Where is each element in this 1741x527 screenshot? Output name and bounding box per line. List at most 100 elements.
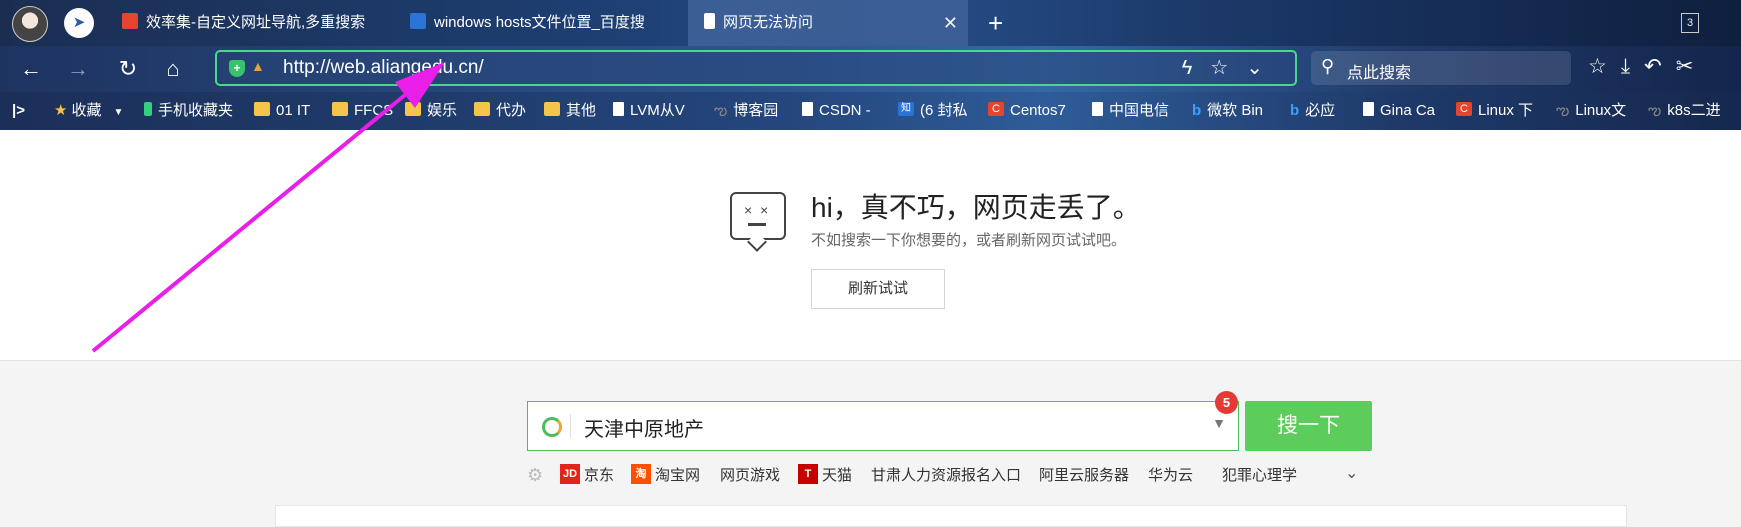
- star-icon[interactable]: ☆: [1210, 57, 1246, 79]
- settings-gear-icon[interactable]: ⚙: [527, 465, 543, 486]
- csdn-icon: C: [1456, 102, 1472, 117]
- bookmark-item[interactable]: Gina Ca: [1363, 92, 1435, 130]
- quick-link[interactable]: 阿里云服务器: [1039, 463, 1129, 489]
- bookmark-item[interactable]: ఌ Linux文: [1556, 92, 1626, 130]
- content-card: [275, 505, 1627, 527]
- tmall-icon: T: [798, 464, 818, 485]
- taobao-icon: 淘: [631, 464, 651, 485]
- address-bar[interactable]: + ▲ http://web.aliangedu.cn/ ϟ☆⌄: [215, 50, 1297, 86]
- scissors-icon[interactable]: ✂: [1676, 55, 1708, 78]
- notification-badge: 5: [1215, 391, 1238, 414]
- tab-favicon-icon: [704, 13, 715, 30]
- new-tab-button[interactable]: +: [988, 8, 1003, 38]
- bookmark-item[interactable]: 手机收藏夹: [144, 92, 233, 130]
- jd-icon: JD: [560, 464, 580, 485]
- cnblogs-icon: ఌ: [714, 102, 728, 119]
- zhihu-icon: 知: [898, 102, 914, 117]
- folder-icon: [405, 102, 421, 117]
- tab-item[interactable]: 效率集-自定义网址导航,多重搜索: [122, 0, 384, 46]
- search-icon: ⚲: [1321, 56, 1335, 76]
- search-placeholder: 点此搜索: [1347, 65, 1412, 82]
- back-button[interactable]: ←: [16, 54, 46, 84]
- tab-count-badge[interactable]: 3: [1681, 13, 1699, 33]
- tab-title: windows hosts文件位置_百度搜: [434, 14, 645, 31]
- tab-title: 效率集-自定义网址导航,多重搜索: [146, 14, 366, 31]
- dropdown-arrow-icon[interactable]: ▼: [1212, 415, 1226, 431]
- star-icon: ★: [54, 102, 68, 119]
- reload-button[interactable]: ↻: [113, 54, 143, 84]
- bookmark-item[interactable]: b 必应: [1290, 92, 1335, 130]
- close-tab-icon[interactable]: ✕: [943, 0, 958, 46]
- bookmark-item[interactable]: C Centos7: [988, 92, 1066, 130]
- bing-icon: b: [1290, 102, 1300, 119]
- tab-item[interactable]: windows hosts文件位置_百度搜: [410, 0, 662, 46]
- favorites-list-icon[interactable]: ☆: [1588, 55, 1621, 78]
- url-text[interactable]: http://web.aliangedu.cn/: [283, 57, 484, 79]
- error-title: hi，真不巧，网页走丢了。: [811, 192, 1141, 223]
- home-search-text[interactable]: 天津中原地产: [584, 413, 704, 442]
- bing-icon: b: [1192, 102, 1202, 119]
- tab-favicon-icon: [410, 13, 426, 30]
- bookmark-folder[interactable]: 01 IT: [254, 92, 310, 130]
- bookmarks-bar: |> ★ 收藏 ▼ 手机收藏夹 01 IT FFCS 娱乐 代办 其他 LVM从V …: [0, 92, 1741, 130]
- bookmark-item[interactable]: C Linux 下: [1456, 92, 1533, 130]
- quick-link[interactable]: 犯罪心理学: [1222, 463, 1297, 489]
- download-icon[interactable]: ⤓: [1621, 55, 1644, 78]
- quick-link[interactable]: 甘肃人力资源报名入口: [871, 463, 1021, 489]
- cnblogs-icon: ఌ: [1648, 102, 1662, 119]
- bookmark-folder[interactable]: 其他: [544, 92, 596, 130]
- send-icon[interactable]: ➤: [64, 8, 94, 38]
- tab-title: 网页无法访问: [723, 14, 814, 31]
- bookmark-item[interactable]: 中国电信: [1092, 92, 1169, 130]
- right-toolbar: ☆⤓↶✂: [1588, 54, 1707, 79]
- user-avatar[interactable]: [12, 6, 48, 42]
- quick-link[interactable]: 淘淘宝网: [631, 463, 700, 489]
- phone-icon: [144, 102, 152, 117]
- bookmark-item[interactable]: b 微软 Bin: [1192, 92, 1263, 130]
- error-subtitle: 不如搜索一下你想要的，或者刷新网页试试吧。: [811, 232, 1127, 249]
- page-icon: [802, 102, 813, 117]
- bookmark-item[interactable]: ఌ k8s二进: [1648, 92, 1721, 130]
- bookmark-folder[interactable]: FFCS: [332, 92, 393, 130]
- search-submit-button[interactable]: 搜一下: [1245, 401, 1372, 451]
- security-shield-icon[interactable]: +: [229, 60, 245, 77]
- lightning-icon[interactable]: ϟ: [1182, 57, 1211, 79]
- error-panel: ×× hi，真不巧，网页走丢了。 不如搜索一下你想要的，或者刷新网页试试吧。 刷…: [0, 130, 1741, 361]
- bookmark-item[interactable]: 知 (6 封私: [898, 92, 968, 130]
- home-search-input[interactable]: 天津中原地产 ▼: [527, 401, 1239, 451]
- tab-favicon-icon: [122, 13, 138, 30]
- chevron-down-icon[interactable]: ⌄: [1345, 463, 1358, 483]
- page-icon: [1092, 102, 1103, 117]
- warning-icon: ▲: [251, 58, 265, 74]
- bookmark-item[interactable]: ఌ 博客园: [714, 92, 778, 130]
- forward-button[interactable]: →: [63, 54, 93, 84]
- navigation-toolbar: ← → ↻ ⌂ + ▲ http://web.aliangedu.cn/ ϟ☆⌄…: [0, 46, 1741, 92]
- chevron-down-icon[interactable]: ⌄: [1246, 57, 1281, 79]
- quick-link[interactable]: JD 京东: [560, 463, 614, 489]
- folder-icon: [544, 102, 560, 117]
- address-actions: ϟ☆⌄: [1182, 55, 1281, 80]
- quick-link[interactable]: 华为云: [1148, 463, 1193, 489]
- search-engine-logo-icon[interactable]: [542, 417, 562, 437]
- bookmarks-sidebar-toggle-icon[interactable]: |>: [12, 92, 25, 130]
- bookmark-item[interactable]: ★ 收藏 ▼: [54, 92, 123, 130]
- quick-link[interactable]: 网页游戏: [720, 463, 780, 489]
- undo-icon[interactable]: ↶: [1644, 55, 1676, 78]
- bookmark-item[interactable]: CSDN -: [802, 92, 871, 130]
- refresh-button[interactable]: 刷新试试: [811, 269, 945, 309]
- bookmark-folder[interactable]: 娱乐: [405, 92, 457, 130]
- search-box[interactable]: ⚲ 点此搜索: [1311, 51, 1571, 85]
- caret-down-icon[interactable]: ▼: [113, 107, 123, 118]
- folder-icon: [332, 102, 348, 117]
- tab-item-active[interactable]: 网页无法访问 ✕: [688, 0, 968, 46]
- home-button[interactable]: ⌂: [158, 54, 188, 84]
- bookmark-folder[interactable]: 代办: [474, 92, 526, 130]
- quick-link[interactable]: T 天猫: [798, 463, 852, 489]
- bookmark-item[interactable]: LVM从V: [613, 92, 695, 130]
- folder-icon: [474, 102, 490, 117]
- folder-icon: [254, 102, 270, 117]
- cnblogs-icon: ఌ: [1556, 102, 1570, 119]
- csdn-icon: C: [988, 102, 1004, 117]
- sad-face-icon: ××: [730, 192, 786, 252]
- page-icon: [613, 102, 624, 117]
